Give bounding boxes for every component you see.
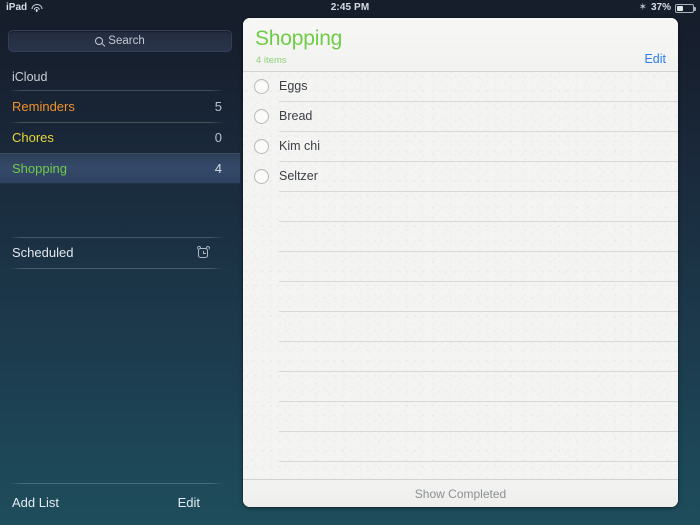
sidebar-item-shopping[interactable]: Shopping 4 <box>0 153 240 184</box>
edit-button[interactable]: Edit <box>644 52 666 66</box>
divider <box>10 483 223 484</box>
reminder-row[interactable]: Bread <box>243 102 678 132</box>
list-footer: Show Completed <box>243 479 678 507</box>
sidebar-edit-button[interactable]: Edit <box>178 495 200 510</box>
reminder-row[interactable]: Kim chi <box>243 132 678 162</box>
sidebar: Search iCloud Reminders 5 Chores 0 Shopp… <box>0 16 240 525</box>
empty-row-divider <box>279 341 678 342</box>
sidebar-item-label: Reminders <box>12 99 75 114</box>
item-count-label: 4 items <box>256 55 287 66</box>
status-bar: iPad 2:45 PM ✶ 37% <box>0 0 700 16</box>
battery-icon <box>675 3 696 13</box>
empty-row-divider <box>279 371 678 372</box>
sidebar-section-icloud: iCloud <box>12 70 48 84</box>
empty-row-divider <box>279 461 678 462</box>
sidebar-item-label: Scheduled <box>12 245 74 260</box>
row-divider <box>279 191 678 192</box>
empty-row-divider <box>279 221 678 222</box>
search-field-wrapper[interactable]: Search <box>8 30 232 52</box>
empty-row-divider <box>279 311 678 312</box>
search-icon <box>95 37 104 45</box>
sidebar-item-scheduled[interactable]: Scheduled <box>0 237 240 268</box>
alarm-clock-icon <box>196 245 211 259</box>
reminder-text[interactable]: Kim chi <box>279 139 320 153</box>
status-bar-right: ✶ 37% <box>638 0 696 16</box>
empty-row-divider <box>279 281 678 282</box>
sidebar-item-count: 0 <box>214 130 222 145</box>
sidebar-item-reminders[interactable]: Reminders 5 <box>0 91 240 122</box>
search-input[interactable]: Search <box>8 30 232 52</box>
add-list-button[interactable]: Add List <box>12 495 59 510</box>
empty-row-divider <box>279 251 678 252</box>
page-title: Shopping <box>255 27 343 50</box>
sidebar-item-chores[interactable]: Chores 0 <box>0 122 240 153</box>
search-placeholder: Search <box>108 35 145 47</box>
reminder-text[interactable]: Bread <box>279 109 312 123</box>
reminder-text[interactable]: Seltzer <box>279 169 318 183</box>
empty-row-divider <box>279 431 678 432</box>
bluetooth-icon: ✶ <box>638 2 647 13</box>
reminder-row[interactable]: Eggs <box>243 72 678 102</box>
reminder-checkbox[interactable] <box>254 79 269 94</box>
show-completed-button[interactable]: Show Completed <box>415 487 506 501</box>
sidebar-item-label: Chores <box>12 130 54 145</box>
sidebar-item-count: 5 <box>214 99 222 114</box>
reminder-rows: Eggs Bread Kim chi Seltzer <box>243 72 678 479</box>
reminder-row[interactable]: Seltzer <box>243 162 678 192</box>
reminder-checkbox[interactable] <box>254 169 269 184</box>
reminders-list-panel: Shopping 4 items Edit Eggs Bread Kim chi Se… <box>243 18 678 507</box>
sidebar-item-label: Shopping <box>12 161 67 176</box>
status-bar-clock: 2:45 PM <box>330 2 370 13</box>
empty-row-divider <box>279 401 678 402</box>
sidebar-item-count: 4 <box>214 161 222 176</box>
reminder-checkbox[interactable] <box>254 139 269 154</box>
list-header: Shopping 4 items Edit <box>243 18 678 72</box>
sidebar-toolbar: Add List Edit <box>0 483 240 525</box>
reminder-text[interactable]: Eggs <box>279 79 308 93</box>
reminder-checkbox[interactable] <box>254 109 269 124</box>
battery-percent-label: 37% <box>650 2 671 13</box>
divider <box>10 268 223 269</box>
